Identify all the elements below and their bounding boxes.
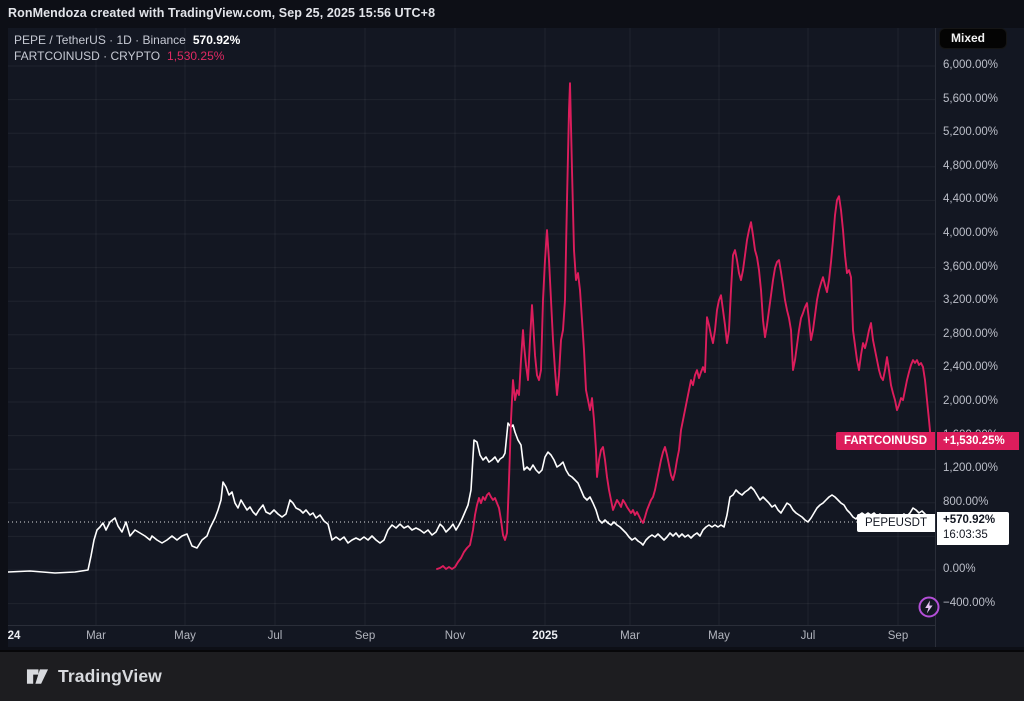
legend-symbol-pepe: PEPE / TetherUS · 1D · Binance bbox=[14, 33, 186, 47]
price-axis-label: 5,200.00% bbox=[943, 126, 998, 138]
time-axis-label: Nov bbox=[445, 630, 465, 642]
legend-row-fartcoin[interactable]: FARTCOINUSD · CRYPTO 1,530.25% bbox=[14, 48, 240, 64]
time-axis-label: Jul bbox=[801, 630, 816, 642]
boost-flash-icon[interactable] bbox=[917, 595, 941, 619]
price-axis-label: 0.00% bbox=[943, 563, 976, 575]
chart-plot bbox=[8, 28, 935, 625]
time-axis-label: Mar bbox=[620, 630, 640, 642]
tradingview-logo[interactable]: TradingView bbox=[26, 665, 162, 688]
chart-pane[interactable]: PEPE / TetherUS · 1D · Binance 570.92% FA… bbox=[8, 28, 935, 625]
pepe-axis-value-box: +570.92% 16:03:35 bbox=[937, 512, 1009, 545]
series-line-pepeusdt bbox=[8, 423, 933, 573]
time-axis[interactable]: 24 Mar May Jul Sep Nov 2025 Mar May Jul Sep bbox=[8, 625, 935, 647]
pepe-axis-value: +570.92% bbox=[943, 513, 1009, 528]
price-axis-label: 4,400.00% bbox=[943, 193, 998, 205]
price-axis-label: 4,000.00% bbox=[943, 227, 998, 239]
pepe-axis-time: 16:03:35 bbox=[943, 528, 1009, 543]
pepe-price-tag: PEPEUSDT bbox=[857, 514, 935, 532]
price-axis-label: 6,000.00% bbox=[943, 59, 998, 71]
legend-value-fartcoin: 1,530.25% bbox=[167, 49, 224, 63]
time-axis-label: May bbox=[708, 630, 730, 642]
price-axis-label: 4,800.00% bbox=[943, 160, 998, 172]
attribution-text: RonMendoza created with TradingView.com,… bbox=[8, 6, 435, 20]
time-axis-label: Sep bbox=[888, 630, 908, 642]
price-axis-label: 2,400.00% bbox=[943, 361, 998, 373]
fartcoin-price-tag: FARTCOINUSD bbox=[836, 432, 935, 450]
price-axis[interactable]: −400.00%0.00%800.00%1,200.00%1,600.00%2,… bbox=[935, 28, 1024, 647]
legend-value-pepe: 570.92% bbox=[193, 33, 240, 47]
price-axis-label: 1,200.00% bbox=[943, 462, 998, 474]
price-axis-label: 2,800.00% bbox=[943, 328, 998, 340]
tradingview-logo-text: TradingView bbox=[58, 666, 162, 687]
time-axis-label: 2025 bbox=[532, 630, 558, 642]
legend-row-pepe[interactable]: PEPE / TetherUS · 1D · Binance 570.92% bbox=[14, 32, 240, 48]
time-axis-label: 24 bbox=[8, 630, 21, 642]
price-axis-label: 3,600.00% bbox=[943, 261, 998, 273]
time-axis-label: Mar bbox=[86, 630, 106, 642]
legend-symbol-fartcoin: FARTCOINUSD · CRYPTO bbox=[14, 49, 160, 63]
time-axis-label: May bbox=[174, 630, 196, 642]
footer-bar: TradingView bbox=[0, 650, 1024, 701]
time-axis-label: Jul bbox=[268, 630, 283, 642]
mixed-scale-button[interactable]: Mixed bbox=[939, 28, 1007, 49]
chart-legend: PEPE / TetherUS · 1D · Binance 570.92% FA… bbox=[14, 32, 240, 64]
price-axis-label: 2,000.00% bbox=[943, 395, 998, 407]
tradingview-logo-icon bbox=[26, 665, 49, 688]
time-axis-label: Sep bbox=[355, 630, 375, 642]
tradingview-snapshot: RonMendoza created with TradingView.com,… bbox=[0, 0, 1024, 701]
price-axis-label: 3,200.00% bbox=[943, 294, 998, 306]
price-axis-label: 800.00% bbox=[943, 496, 988, 508]
price-axis-label: 5,600.00% bbox=[943, 93, 998, 105]
price-axis-label: −400.00% bbox=[943, 597, 995, 609]
fartcoin-axis-value: +1,530.25% bbox=[937, 432, 1019, 450]
series-line-fartcoinusd bbox=[437, 83, 931, 569]
